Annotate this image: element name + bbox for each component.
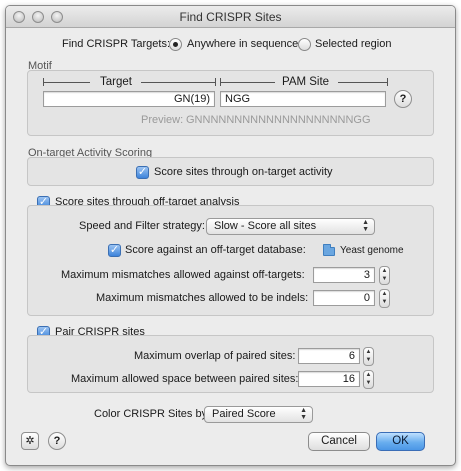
database-checkbox[interactable]: ✓	[108, 244, 121, 257]
find-crispr-sites-dialog: Find CRISPR Sites Find CRISPR Targets: A…	[5, 5, 456, 466]
anywhere-radio[interactable]	[169, 38, 182, 51]
space-stepper[interactable]: ▲ ▼	[363, 370, 374, 389]
overlap-field[interactable]: 6	[298, 348, 360, 364]
find-targets-label: Find CRISPR Targets:	[62, 38, 171, 50]
indel-field[interactable]: 0	[313, 290, 375, 306]
database-label[interactable]: Score against an off-target database:	[125, 244, 306, 256]
close-window-button[interactable]	[13, 11, 25, 23]
space-label: Maximum allowed space between paired sit…	[71, 373, 299, 385]
target-header: Target	[100, 76, 132, 88]
zoom-window-button[interactable]	[51, 11, 63, 23]
pam-field[interactable]: NGG	[220, 91, 386, 107]
pam-bracket-line-right	[338, 82, 387, 83]
overlap-label: Maximum overlap of paired sites:	[134, 350, 296, 362]
title-bar: Find CRISPR Sites	[6, 6, 455, 28]
target-bracket-line-left	[43, 82, 90, 83]
color-by-label: Color CRISPR Sites by:	[94, 408, 211, 420]
settings-button[interactable]: ✲	[21, 432, 39, 450]
ok-button[interactable]: OK	[376, 432, 425, 451]
strategy-label: Speed and Filter strategy:	[79, 220, 205, 232]
preview-label: Preview:	[141, 114, 184, 126]
on-target-group: ✓ Score sites through on-target activity	[27, 157, 434, 186]
pam-bracket-line-left	[220, 82, 275, 83]
gear-icon: ✲	[25, 435, 35, 447]
database-value[interactable]: Yeast genome	[340, 245, 404, 256]
color-by-value: Paired Score	[212, 408, 276, 420]
on-target-checkbox[interactable]: ✓	[136, 166, 149, 179]
mismatch-field[interactable]: 3	[313, 267, 375, 283]
strategy-popup[interactable]: Slow - Score all sites ▲ ▼	[206, 218, 375, 235]
on-target-checkbox-label[interactable]: Score sites through on-target activity	[154, 166, 333, 178]
target-bracket-line-right	[141, 82, 215, 83]
anywhere-label[interactable]: Anywhere in sequence	[187, 38, 298, 50]
mismatch-stepper[interactable]: ▲ ▼	[379, 266, 390, 285]
off-target-group: Speed and Filter strategy: Slow - Score …	[27, 205, 434, 316]
popup-arrows-icon: ▲ ▼	[362, 219, 369, 233]
indel-label: Maximum mismatches allowed to be indels:	[96, 292, 309, 304]
selected-region-radio[interactable]	[298, 38, 311, 51]
pam-bracket-right	[387, 78, 388, 86]
pair-group: Maximum overlap of paired sites: 6 ▲ ▼ Ma…	[27, 335, 434, 393]
overlap-stepper[interactable]: ▲ ▼	[363, 347, 374, 366]
help-icon: ?	[53, 435, 61, 447]
window-title: Find CRISPR Sites	[179, 10, 282, 24]
mismatch-label: Maximum mismatches allowed against off-t…	[61, 269, 305, 281]
help-icon: ?	[399, 93, 407, 105]
motif-group: Target PAM Site GN(19) NGG ? Preview: GN…	[27, 70, 434, 136]
minimize-window-button[interactable]	[32, 11, 44, 23]
target-bracket-right	[215, 78, 216, 86]
help-button[interactable]: ?	[48, 432, 66, 450]
selected-region-label[interactable]: Selected region	[315, 38, 391, 50]
cancel-button[interactable]: Cancel	[308, 432, 370, 451]
indel-stepper[interactable]: ▲ ▼	[379, 289, 390, 308]
pam-header: PAM Site	[282, 76, 330, 88]
target-field[interactable]: GN(19)	[43, 91, 215, 107]
preview-value: GNNNNNNNNNNNNNNNNNNNNGG	[186, 114, 371, 126]
color-by-popup[interactable]: Paired Score ▲ ▼	[204, 406, 313, 423]
space-field[interactable]: 16	[298, 371, 360, 387]
popup-arrows-icon: ▲ ▼	[300, 407, 307, 421]
motif-help-button[interactable]: ?	[394, 90, 412, 108]
strategy-value: Slow - Score all sites	[214, 220, 317, 232]
folder-icon	[323, 244, 335, 256]
